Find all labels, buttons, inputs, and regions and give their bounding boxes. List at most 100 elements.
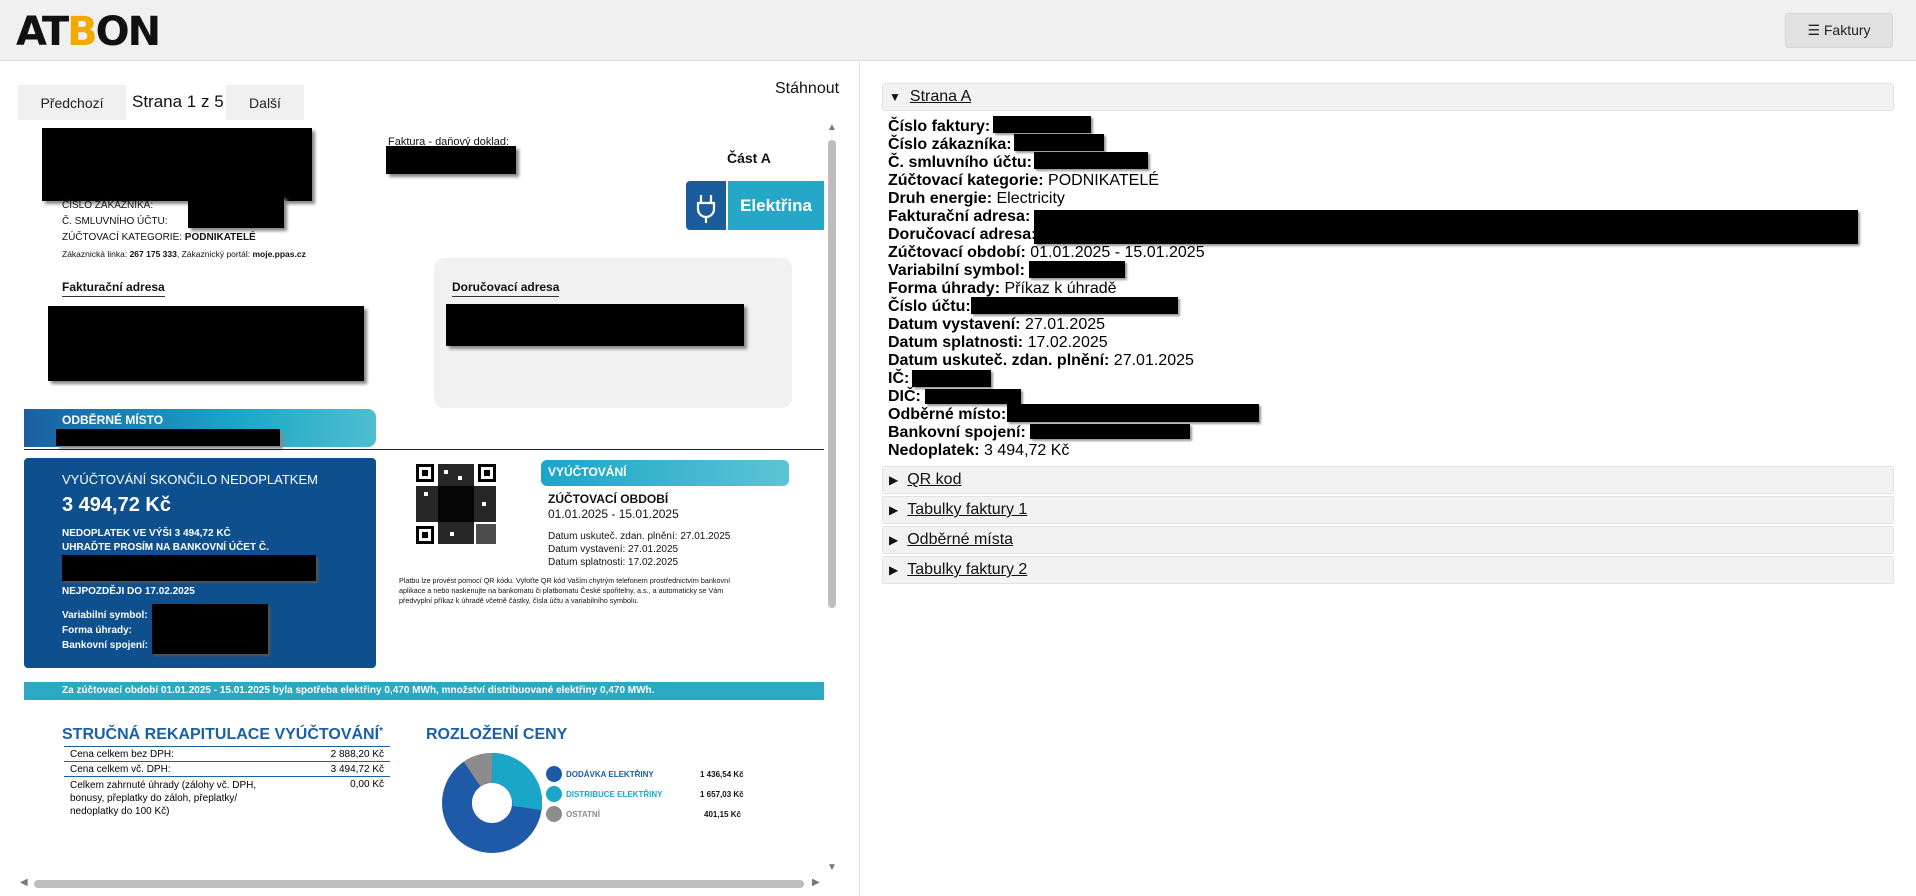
redacted-block: [971, 297, 1178, 314]
section-tables-1[interactable]: ▶ Tabulky faktury 1: [882, 496, 1894, 524]
contact-row: Zákaznická linka: 267 175 333, Zákaznick…: [62, 249, 306, 259]
field-due-date: Datum splatnosti: 17.02.2025: [888, 334, 1108, 351]
table-row: Cena celkem bez DPH: 2 888,20 Kč: [64, 747, 390, 762]
page-indicator: Strana 1 z 5: [132, 92, 224, 111]
section-consumption-points[interactable]: ▶ Odběrné místa: [882, 526, 1894, 554]
pdf-page[interactable]: Faktura - daňový doklad: Část A Elektřin…: [18, 126, 824, 876]
underpayment-line-1: NEDOPLATEK VE VÝŠI 3 494,72 KČ: [62, 528, 231, 539]
billing-category-row: ZÚČTOVACÍ KATEGORIE: PODNIKATELÉ: [62, 232, 256, 243]
redacted-block: [1030, 424, 1190, 439]
section-qr[interactable]: ▶ QR kod: [882, 466, 1894, 494]
legend-label: DISTRIBUCE ELEKTŘINY: [566, 790, 663, 799]
deadline-row: NEJPOZDĚJI DO 17.02.2025: [62, 586, 195, 597]
qr-info-text-1: Platbu lze provést pomocí QR kódu. Vyfoť…: [399, 576, 731, 585]
expanded-triangle-icon: ▼: [889, 90, 901, 104]
redacted-block: [386, 146, 516, 174]
legend-value: 1 436,54 Kč: [700, 770, 744, 779]
qr-info-text-3: předvyplní příkaz k úhradě včetně částky…: [399, 596, 639, 605]
due-date: Datum splatnosti: 17.02.2025: [548, 557, 679, 568]
redacted-block: [62, 555, 316, 581]
top-bar: ATBON ☰ Faktury: [0, 0, 1916, 61]
price-donut-chart: [442, 753, 543, 853]
redacted-block: [993, 116, 1091, 133]
redacted-block: [42, 128, 312, 201]
table-row: Cena celkem vč. DPH: 3 494,72 Kč: [64, 762, 390, 777]
billing-period-title: ZÚČTOVACÍ OBDOBÍ: [548, 492, 669, 506]
scroll-right-arrow-icon[interactable]: ▶: [812, 877, 820, 888]
field-billing-period: Zúčtovací období: 01.01.2025 - 15.01.202…: [888, 244, 1205, 261]
collapsed-triangle-icon: ▶: [889, 473, 899, 487]
billing-period-value: 01.01.2025 - 15.01.2025: [548, 507, 679, 521]
download-link[interactable]: Stáhnout: [775, 80, 839, 98]
vertical-scrollbar[interactable]: [828, 140, 836, 608]
collapsed-triangle-icon: ▶: [889, 503, 899, 517]
customer-number-label: ČÍSLO ZÁKAZNÍKA:: [62, 200, 154, 211]
previous-page-button[interactable]: Předchozí: [18, 85, 126, 120]
logo: ATBON: [16, 9, 161, 55]
field-bank-connection: Bankovní spojení:: [888, 424, 1026, 441]
scroll-up-arrow-icon[interactable]: ▲: [827, 122, 837, 133]
redacted-block: [1034, 152, 1148, 169]
field-taxable-date: Datum uskuteč. zdan. plnění: 27.01.2025: [888, 352, 1194, 369]
plug-icon: [686, 181, 726, 230]
field-dic: DIČ:: [888, 388, 921, 405]
redacted-block: [446, 304, 744, 346]
redacted-block: [48, 306, 364, 381]
legend-swatch: [546, 806, 562, 822]
bank-label: Bankovní spojení:: [62, 640, 149, 651]
recap-title: STRUČNÁ REKAPITULACE VYÚČTOVÁNÍ*: [62, 726, 383, 743]
field-invoice-number: Číslo faktury:: [888, 118, 991, 135]
redacted-block: [925, 389, 1021, 404]
part-label: Část A: [727, 150, 771, 166]
energy-badge: Elektřina: [728, 181, 824, 230]
field-underpayment: Nedoplatek: 3 494,72 Kč: [888, 442, 1070, 459]
field-account-number: Číslo účtu:: [888, 298, 971, 315]
field-contract-account: Č. smluvního účtu:: [888, 154, 1032, 171]
billing-address-title: Fakturační adresa: [62, 280, 165, 297]
payment-method-label: Forma úhrady:: [62, 625, 133, 636]
contract-account-label: Č. SMLUVNÍHO ÚČTU:: [62, 216, 168, 227]
field-billing-category: Zúčtovací kategorie: PODNIKATELÉ: [888, 172, 1159, 189]
section-tables-2[interactable]: ▶ Tabulky faktury 2: [882, 556, 1894, 584]
legend-label: OSTATNÍ: [566, 810, 600, 819]
redacted-block: [1007, 404, 1259, 422]
section-strana-a[interactable]: ▼ Strana A: [882, 83, 1894, 111]
legend-label: DODÁVKA ELEKTŘINY: [566, 770, 654, 779]
field-variable-symbol: Variabilní symbol:: [888, 262, 1025, 279]
redacted-block: [912, 370, 991, 387]
redacted-block: [1014, 134, 1104, 151]
settlement-amount: 3 494,72 Kč: [62, 494, 171, 516]
underpayment-line-2: UHRAĎTE PROSÍM NA BANKOVNÍ ÚČET Č.: [62, 542, 269, 553]
qr-info-text-2: aplikace a nebo naskenujte na bankomatu …: [399, 586, 724, 595]
issue-date: Datum vystavení: 27.01.2025: [548, 544, 679, 555]
invoices-menu-button[interactable]: ☰ Faktury: [1785, 13, 1893, 48]
redacted-block: [1034, 210, 1858, 244]
horizontal-scrollbar[interactable]: [34, 880, 804, 888]
var-symbol-label: Variabilní symbol:: [62, 610, 148, 621]
legend-value: 401,15 Kč: [704, 810, 741, 819]
redacted-block: [188, 196, 284, 228]
next-page-button[interactable]: Další: [226, 85, 304, 120]
legend-swatch: [546, 766, 562, 782]
collapsed-triangle-icon: ▶: [889, 563, 899, 577]
field-issue-date: Datum vystavení: 27.01.2025: [888, 316, 1106, 333]
settlement-title: VYÚČTOVÁNÍ SKONČILO NEDOPLATKEM: [62, 472, 318, 487]
redacted-block: [152, 604, 268, 654]
collapsed-triangle-icon: ▶: [889, 533, 899, 547]
qr-code: [414, 462, 498, 546]
recap-table: Cena celkem bez DPH: 2 888,20 Kč Cena cel…: [64, 746, 390, 820]
price-title: ROZLOŽENÍ CENY: [426, 726, 568, 743]
field-delivery-address: Doručovací adresa:: [888, 226, 1037, 243]
delivery-address-title: Doručovací adresa: [452, 280, 560, 297]
field-ic: IČ:: [888, 370, 910, 387]
consumption-point-title: ODBĚRNÉ MÍSTO: [62, 413, 164, 427]
field-customer-number: Číslo zákazníka:: [888, 136, 1012, 153]
legend-value: 1 657,03 Kč: [700, 790, 744, 799]
scroll-left-arrow-icon[interactable]: ◀: [20, 877, 28, 888]
details-pane: ▼ Strana A Číslo faktury: Číslo zákazníka…: [862, 62, 1916, 896]
taxable-date: Datum uskuteč. zdan. plnění: 27.01.2025: [548, 531, 731, 542]
scroll-down-arrow-icon[interactable]: ▼: [827, 862, 837, 873]
redacted-block: [56, 429, 280, 446]
field-energy-type: Druh energie: Electricity: [888, 190, 1065, 207]
billing-box-title: VYÚČTOVÁNÍ: [548, 465, 627, 479]
